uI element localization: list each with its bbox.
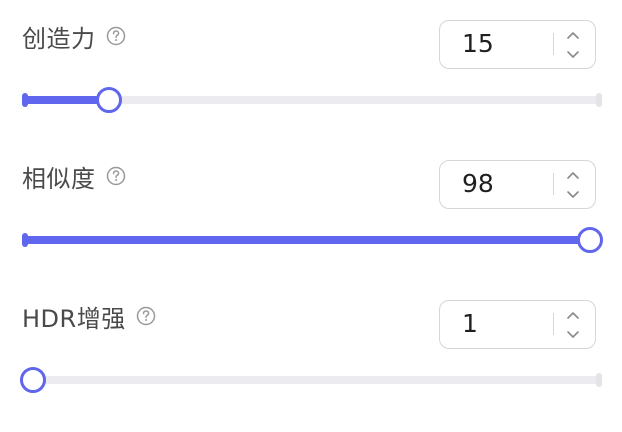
label-group: 相似度 [22, 150, 126, 202]
similarity-control: 相似度 98 [0, 140, 622, 253]
increment-button[interactable] [560, 167, 586, 185]
hdr-label: HDR增强 [22, 304, 126, 333]
creativity-number-input[interactable]: 15 [439, 20, 596, 69]
slider-track[interactable] [24, 376, 600, 384]
hdr-slider[interactable] [20, 365, 602, 395]
chevron-down-icon [567, 51, 579, 58]
hdr-value[interactable]: 1 [462, 301, 478, 347]
decrement-button[interactable] [560, 45, 586, 63]
chevron-down-icon [567, 331, 579, 338]
chevron-up-icon [567, 172, 579, 179]
decrement-button[interactable] [560, 185, 586, 203]
slider-thumb[interactable] [577, 227, 603, 253]
increment-button[interactable] [560, 307, 586, 325]
stepper-divider [553, 33, 554, 55]
question-circle-icon[interactable] [106, 26, 126, 46]
chevron-down-icon [567, 191, 579, 198]
question-circle-icon[interactable] [106, 166, 126, 186]
slider-thumb[interactable] [95, 87, 122, 113]
hdr-control: HDR增强 1 [0, 280, 622, 393]
stepper-divider [553, 313, 554, 335]
increment-button[interactable] [560, 27, 586, 45]
stepper-divider [553, 173, 554, 195]
similarity-slider[interactable] [22, 225, 603, 255]
similarity-number-input[interactable]: 98 [439, 160, 596, 209]
chevron-up-icon [567, 32, 579, 39]
creativity-control: 创造力 15 [0, 0, 622, 113]
label-group: HDR增强 [22, 290, 156, 342]
hdr-number-input[interactable]: 1 [439, 300, 596, 349]
creativity-value[interactable]: 15 [462, 21, 494, 67]
slider-thumb[interactable] [20, 367, 46, 393]
decrement-button[interactable] [560, 325, 586, 343]
creativity-slider[interactable] [22, 85, 602, 115]
chevron-up-icon [567, 312, 579, 319]
settings-panel: 创造力 15 相似度 98 HDR增强 1 [0, 0, 622, 432]
similarity-value[interactable]: 98 [462, 161, 494, 207]
question-circle-icon[interactable] [136, 306, 156, 326]
label-group: 创造力 [22, 10, 126, 62]
similarity-label: 相似度 [22, 164, 96, 193]
creativity-label: 创造力 [22, 24, 96, 53]
slider-fill [24, 236, 590, 244]
slider-track-start [22, 93, 28, 107]
slider-track-start [22, 233, 28, 247]
slider-track-end [596, 373, 602, 387]
slider-track-end [596, 93, 602, 107]
